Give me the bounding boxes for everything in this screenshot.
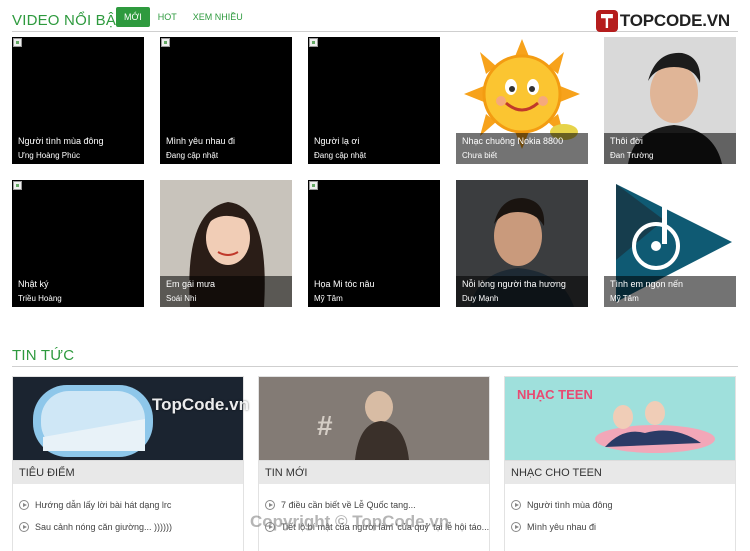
broken-image-icon [309, 181, 318, 190]
broken-image-icon [13, 181, 22, 190]
play-circle-icon [19, 522, 29, 532]
video-title: Nỗi lòng người tha hương [462, 279, 566, 289]
video-caption: Nhật ký Triều Hoàng [12, 276, 144, 307]
nhac-teen-image [595, 401, 715, 453]
news-item-title: Tiết lộ bí mật của người làm 'của quỷ' t… [281, 522, 490, 532]
video-card[interactable]: Thôi đời Đan Trường [604, 37, 736, 164]
play-circle-icon [19, 500, 29, 510]
video-artist: Đan Trường [610, 151, 654, 160]
topcode-logo-icon [595, 10, 618, 32]
news-item-title: Sau cảnh nóng căn giường... )))))) [35, 522, 172, 532]
svg-text:#: # [317, 410, 333, 441]
news-column-tin-moi: # TIN MỚI 7 điều cần biết về Lễ Quốc tan… [258, 376, 490, 551]
video-caption: Mình yêu nhau đi Đang cập nhật [160, 133, 292, 164]
video-caption: Nỗi lòng người tha hương Duy Mạnh [456, 276, 588, 307]
logo-text: TOPCODE.VN [619, 11, 730, 30]
broken-image-icon [161, 38, 170, 47]
video-title: Nhạc chuông Nokia 8800 [462, 136, 564, 146]
news-item-title: 7 điều cần biết về Lễ Quốc tang... [281, 500, 416, 510]
video-card[interactable]: Mình yêu nhau đi Đang cập nhật [160, 37, 292, 164]
video-title: Người lạ ơi [314, 136, 360, 146]
news-list-item[interactable]: Người tình mùa đông [511, 494, 729, 516]
news-column-tieu-diem: TIÊU ĐIỂM Hướng dẫn lấy lời bài hát dạng… [12, 376, 244, 551]
video-title: Tình em ngọn nến [610, 279, 684, 289]
news-column-label: TIN MỚI [259, 460, 489, 484]
video-card[interactable]: Em gái mưa Soái Nhi [160, 180, 292, 307]
video-caption: Người tình mùa đông Ưng Hoàng Phúc [12, 133, 144, 164]
news-column-label: NHẠC CHO TEEN [505, 460, 735, 484]
video-artist: Duy Mạnh [462, 294, 499, 303]
video-title: Em gái mưa [166, 279, 216, 289]
video-caption: Tình em ngọn nến Mỹ Tâm [604, 276, 736, 307]
video-artist: Mỹ Tâm [610, 294, 639, 303]
video-section-title: VIDEO NỔI BẬT [12, 12, 126, 29]
news-column-label: TIÊU ĐIỂM [13, 460, 243, 484]
news-grid: TIÊU ĐIỂM Hướng dẫn lấy lời bài hát dạng… [12, 376, 736, 551]
airplane-window-image [13, 377, 243, 460]
video-card[interactable]: Nhạc chuông Nokia 8800 Chưa biết [456, 37, 588, 164]
news-list: Hướng dẫn lấy lời bài hát dạng lrc Sau c… [13, 484, 243, 548]
video-card[interactable]: Tình em ngọn nến Mỹ Tâm [604, 180, 736, 307]
video-caption: Người lạ ơi Đang cập nhật [308, 133, 440, 164]
video-title: Họa Mi tóc nâu [314, 279, 375, 289]
news-section-header: TIN TỨC [12, 341, 738, 367]
play-circle-icon [511, 500, 521, 510]
news-section-title: TIN TỨC [12, 347, 75, 364]
news-list-item[interactable]: Mình yêu nhau đi [511, 516, 729, 538]
news-column-nhac-cho-teen: NHẠC TEEN NHẠC CHO TEEN Người tình mùa đ… [504, 376, 736, 551]
tab-moi[interactable]: MỚI [116, 7, 150, 27]
video-caption: Em gái mưa Soái Nhi [160, 276, 292, 307]
video-title: Mình yêu nhau đi [166, 136, 236, 146]
news-list-item[interactable]: 7 điều cần biết về Lễ Quốc tang... [265, 494, 483, 516]
broken-image-icon [13, 38, 22, 47]
news-image[interactable]: # [259, 377, 489, 460]
video-caption: Thôi đời Đan Trường [604, 133, 736, 164]
video-card[interactable]: Nhật ký Triều Hoàng [12, 180, 144, 307]
play-circle-icon [265, 522, 275, 532]
play-circle-icon [511, 522, 521, 532]
video-artist: Triều Hoàng [18, 294, 62, 303]
news-image[interactable] [13, 377, 243, 460]
news-list-item[interactable]: Hướng dẫn lấy lời bài hát dạng lrc [19, 494, 237, 516]
play-circle-icon [265, 500, 275, 510]
video-grid: Người tình mùa đông Ưng Hoàng Phúc Mình … [12, 37, 738, 307]
video-title: Nhật ký [18, 279, 49, 289]
video-card[interactable]: Họa Mi tóc nâu Mỹ Tâm [308, 180, 440, 307]
news-item-title: Hướng dẫn lấy lời bài hát dạng lrc [35, 500, 172, 510]
video-artist: Đang cập nhật [314, 151, 367, 160]
video-caption: Họa Mi tóc nâu Mỹ Tâm [308, 276, 440, 307]
news-list-item[interactable]: Sau cảnh nóng căn giường... )))))) [19, 516, 237, 538]
broken-image-icon [309, 38, 318, 47]
tab-xem-nhieu[interactable]: XEM NHIỀU [185, 7, 251, 27]
video-artist: Đang cập nhật [166, 151, 219, 160]
tab-hot[interactable]: HOT [150, 7, 185, 27]
video-title: Người tình mùa đông [18, 136, 104, 146]
video-artist: Soái Nhi [166, 294, 197, 303]
video-card[interactable]: Nỗi lòng người tha hương Duy Mạnh [456, 180, 588, 307]
video-artist: Ưng Hoàng Phúc [18, 151, 80, 160]
video-caption: Nhạc chuông Nokia 8800 Chưa biết [456, 133, 588, 164]
news-item-title: Mình yêu nhau đi [527, 522, 597, 532]
video-artist: Mỹ Tâm [314, 294, 343, 303]
news-item-title: Người tình mùa đông [527, 500, 613, 510]
video-artist: Chưa biết [462, 151, 498, 160]
news-list: 7 điều cần biết về Lễ Quốc tang... Tiết … [259, 484, 489, 548]
site-logo[interactable]: TOPCODE.VN [595, 10, 730, 32]
video-tabs: MỚI HOT XEM NHIỀU [116, 7, 251, 27]
news-list: Người tình mùa đông Mình yêu nhau đi [505, 484, 735, 548]
concert-image: # [259, 377, 489, 460]
video-card[interactable]: Người tình mùa đông Ưng Hoàng Phúc [12, 37, 144, 164]
video-card[interactable]: Người lạ ơi Đang cập nhật [308, 37, 440, 164]
news-list-item[interactable]: Tiết lộ bí mật của người làm 'của quỷ' t… [265, 516, 489, 538]
video-title: Thôi đời [610, 136, 643, 146]
news-image[interactable]: NHẠC TEEN [505, 377, 735, 460]
